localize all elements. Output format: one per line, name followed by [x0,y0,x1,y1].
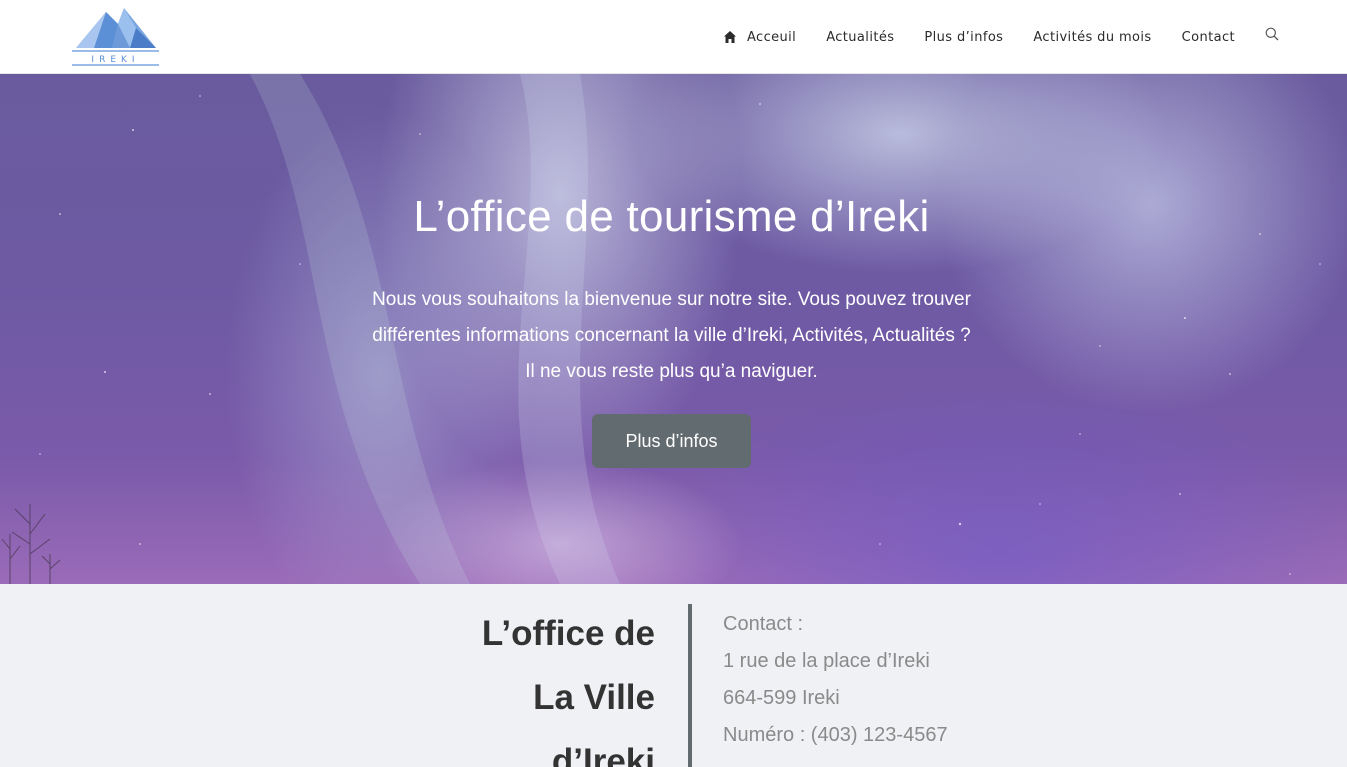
vertical-divider [688,604,692,767]
plus-infos-button[interactable]: Plus d’infos [592,414,751,468]
nav-item-acceuil[interactable]: Acceuil [723,30,796,45]
nav-label-acceuil: Acceuil [746,29,797,45]
nav-label-actualites: Actualités [826,29,895,45]
contact-heading: Contact : [723,613,804,635]
hero-title: L’office de tourisme d’Ireki [413,192,930,241]
contact-postal: 664-599 Ireki [723,687,840,709]
nav-label-contact: Contact [1181,29,1235,45]
office-title-line: L’office de [481,614,655,653]
main-nav: Acceuil Actualités Plus d’infos Activité… [723,0,1279,74]
contact-address: 1 rue de la place d’Ireki [723,650,930,672]
nav-label-plus-infos: Plus d’infos [924,29,1004,45]
tree-silhouette-icon [1,504,61,584]
hero-text-line: Nous vous souhaitons la bienvenue sur no… [372,289,971,310]
nav-item-plus-infos[interactable]: Plus d’infos [924,30,1003,45]
office-info-section: L’office de La Ville d’Ireki Contact : 1… [0,584,1347,767]
site-header: IREKI Acceuil Actualités Plus d’infos Ac… [0,0,1347,74]
contact-phone: Numéro : (403) 123-4567 [723,724,948,746]
office-title-line: d’Ireki [551,742,655,767]
hero-banner: L’office de tourisme d’Ireki Nous vous s… [0,74,1347,584]
office-title: L’office de La Ville d’Ireki [355,602,655,767]
search-icon[interactable] [1265,27,1279,41]
mountain-logo-icon: IREKI [72,8,159,66]
office-title-line: La Ville [533,678,655,717]
hero-text-line: différentes informations concernant la v… [372,325,971,346]
hero-description: Nous vous souhaitons la bienvenue sur no… [346,282,997,390]
nav-item-activites[interactable]: Activités du mois [1033,30,1151,45]
nav-label-activites: Activités du mois [1033,29,1152,45]
logo-text: IREKI [91,55,139,65]
nav-item-contact[interactable]: Contact [1182,30,1235,45]
ireki-logo[interactable]: IREKI [72,4,159,68]
hero-text-line: Il ne vous reste plus qu’a naviguer. [525,361,818,382]
home-icon [723,31,736,43]
nav-item-actualites[interactable]: Actualités [826,30,894,45]
contact-details: Contact : 1 rue de la place d’Ireki 664-… [723,606,948,754]
